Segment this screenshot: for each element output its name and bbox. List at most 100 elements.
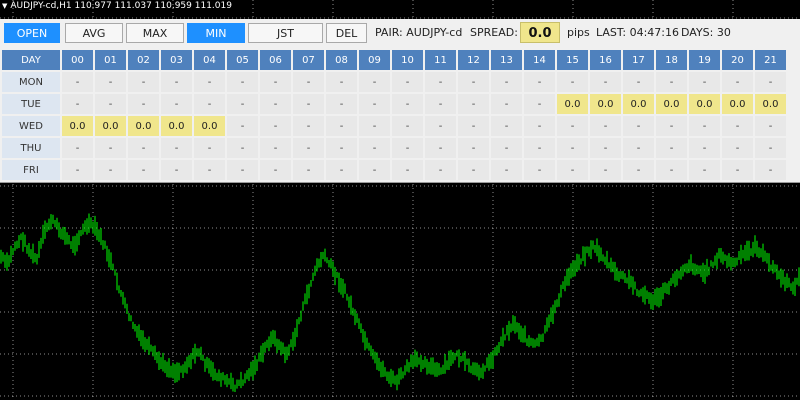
spread-cell[interactable]: - bbox=[359, 72, 390, 92]
spread-cell[interactable]: - bbox=[524, 138, 555, 158]
spread-cell[interactable]: 0.0 bbox=[722, 94, 753, 114]
spread-cell[interactable]: - bbox=[359, 160, 390, 180]
spread-cell[interactable]: - bbox=[128, 160, 159, 180]
spread-cell[interactable]: - bbox=[161, 160, 192, 180]
spread-cell[interactable]: - bbox=[62, 94, 93, 114]
spread-cell[interactable]: - bbox=[524, 94, 555, 114]
spread-cell[interactable]: - bbox=[623, 160, 654, 180]
spread-cell[interactable]: - bbox=[194, 94, 225, 114]
spread-cell[interactable]: - bbox=[722, 160, 753, 180]
spread-cell[interactable]: - bbox=[656, 116, 687, 136]
spread-cell[interactable]: - bbox=[689, 72, 720, 92]
spread-cell[interactable]: - bbox=[161, 94, 192, 114]
spread-cell[interactable]: - bbox=[425, 160, 456, 180]
spread-cell[interactable]: - bbox=[524, 116, 555, 136]
spread-cell[interactable]: - bbox=[722, 72, 753, 92]
spread-cell[interactable]: - bbox=[623, 72, 654, 92]
spread-cell[interactable]: 0.0 bbox=[755, 94, 786, 114]
spread-cell[interactable]: 0.0 bbox=[590, 94, 621, 114]
spread-cell[interactable]: - bbox=[194, 72, 225, 92]
spread-cell[interactable]: - bbox=[293, 138, 324, 158]
spread-cell[interactable]: - bbox=[260, 94, 291, 114]
spread-cell[interactable]: 0.0 bbox=[95, 116, 126, 136]
spread-cell[interactable]: - bbox=[722, 138, 753, 158]
jst-button[interactable]: JST bbox=[248, 23, 323, 43]
spread-cell[interactable]: - bbox=[326, 116, 357, 136]
spread-cell[interactable]: - bbox=[392, 72, 423, 92]
spread-cell[interactable]: - bbox=[689, 138, 720, 158]
spread-cell[interactable]: 0.0 bbox=[557, 94, 588, 114]
spread-cell[interactable]: - bbox=[128, 94, 159, 114]
spread-cell[interactable]: - bbox=[62, 160, 93, 180]
spread-cell[interactable]: - bbox=[194, 138, 225, 158]
spread-cell[interactable]: - bbox=[260, 72, 291, 92]
spread-cell[interactable]: - bbox=[491, 94, 522, 114]
avg-button[interactable]: AVG bbox=[65, 23, 123, 43]
spread-cell[interactable]: - bbox=[755, 138, 786, 158]
spread-cell[interactable]: - bbox=[260, 116, 291, 136]
spread-cell[interactable]: - bbox=[227, 160, 258, 180]
spread-cell[interactable]: - bbox=[623, 116, 654, 136]
spread-cell[interactable]: - bbox=[95, 72, 126, 92]
spread-cell[interactable]: - bbox=[722, 116, 753, 136]
spread-cell[interactable]: - bbox=[590, 160, 621, 180]
spread-cell[interactable]: - bbox=[326, 138, 357, 158]
spread-cell[interactable]: - bbox=[128, 72, 159, 92]
spread-cell[interactable]: - bbox=[392, 116, 423, 136]
spread-cell[interactable]: - bbox=[161, 138, 192, 158]
spread-cell[interactable]: - bbox=[656, 160, 687, 180]
spread-cell[interactable]: - bbox=[458, 72, 489, 92]
spread-cell[interactable]: - bbox=[458, 160, 489, 180]
spread-cell[interactable]: 0.0 bbox=[161, 116, 192, 136]
spread-cell[interactable]: - bbox=[194, 160, 225, 180]
spread-cell[interactable]: - bbox=[227, 116, 258, 136]
spread-cell[interactable]: - bbox=[62, 138, 93, 158]
spread-cell[interactable]: - bbox=[95, 160, 126, 180]
spread-cell[interactable]: - bbox=[326, 72, 357, 92]
spread-cell[interactable]: - bbox=[326, 94, 357, 114]
spread-cell[interactable]: 0.0 bbox=[194, 116, 225, 136]
spread-cell[interactable]: - bbox=[656, 138, 687, 158]
spread-cell[interactable]: - bbox=[95, 138, 126, 158]
spread-cell[interactable]: - bbox=[557, 72, 588, 92]
spread-cell[interactable]: - bbox=[293, 72, 324, 92]
open-button[interactable]: OPEN bbox=[4, 23, 60, 43]
spread-cell[interactable]: - bbox=[590, 138, 621, 158]
spread-cell[interactable]: - bbox=[755, 72, 786, 92]
spread-cell[interactable]: - bbox=[392, 160, 423, 180]
spread-cell[interactable]: - bbox=[62, 72, 93, 92]
spread-cell[interactable]: - bbox=[326, 160, 357, 180]
spread-cell[interactable]: - bbox=[755, 116, 786, 136]
spread-cell[interactable]: - bbox=[359, 94, 390, 114]
spread-cell[interactable]: - bbox=[425, 94, 456, 114]
spread-cell[interactable]: - bbox=[458, 138, 489, 158]
spread-cell[interactable]: - bbox=[260, 138, 291, 158]
min-button[interactable]: MIN bbox=[187, 23, 245, 43]
spread-cell[interactable]: - bbox=[425, 116, 456, 136]
spread-cell[interactable]: - bbox=[755, 160, 786, 180]
spread-cell[interactable]: - bbox=[425, 138, 456, 158]
spread-cell[interactable]: - bbox=[392, 94, 423, 114]
spread-cell[interactable]: - bbox=[491, 72, 522, 92]
spread-cell[interactable]: - bbox=[359, 138, 390, 158]
spread-cell[interactable]: 0.0 bbox=[62, 116, 93, 136]
spread-cell[interactable]: - bbox=[689, 116, 720, 136]
spread-cell[interactable]: - bbox=[623, 138, 654, 158]
spread-cell[interactable]: - bbox=[524, 72, 555, 92]
spread-cell[interactable]: - bbox=[359, 116, 390, 136]
spread-cell[interactable]: - bbox=[524, 160, 555, 180]
spread-cell[interactable]: - bbox=[227, 138, 258, 158]
spread-cell[interactable]: - bbox=[590, 72, 621, 92]
spread-cell[interactable]: - bbox=[458, 116, 489, 136]
spread-cell[interactable]: - bbox=[128, 138, 159, 158]
spread-cell[interactable]: - bbox=[227, 72, 258, 92]
spread-cell[interactable]: - bbox=[392, 138, 423, 158]
spread-cell[interactable]: - bbox=[293, 94, 324, 114]
spread-cell[interactable]: - bbox=[293, 116, 324, 136]
spread-cell[interactable]: - bbox=[260, 160, 291, 180]
spread-cell[interactable]: - bbox=[491, 138, 522, 158]
spread-cell[interactable]: - bbox=[293, 160, 324, 180]
spread-cell[interactable]: - bbox=[425, 72, 456, 92]
spread-cell[interactable]: - bbox=[491, 116, 522, 136]
max-button[interactable]: MAX bbox=[126, 23, 184, 43]
